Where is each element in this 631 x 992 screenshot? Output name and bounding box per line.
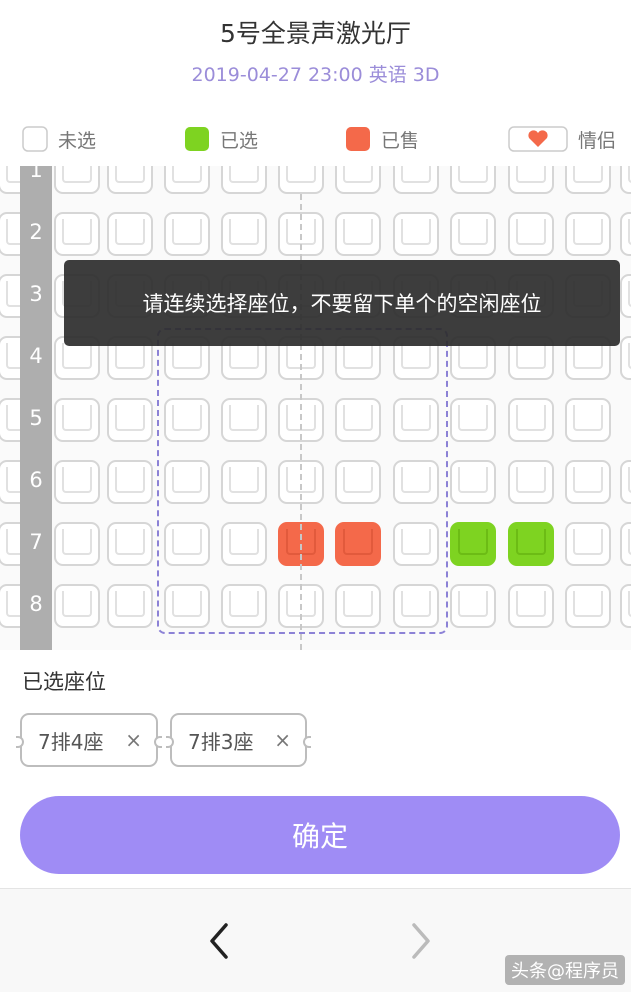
seat-available[interactable]	[508, 584, 554, 628]
seat-available[interactable]	[54, 460, 100, 504]
chevron-left-icon[interactable]	[198, 919, 242, 963]
row-number: 1	[29, 166, 43, 182]
legend-available: 未选	[22, 122, 96, 156]
seat-available[interactable]	[620, 584, 631, 628]
seat-available[interactable]	[107, 460, 153, 504]
confirm-button[interactable]: 确定	[20, 796, 620, 874]
seat-available[interactable]	[620, 166, 631, 194]
row-number-bar: 1 2 3 4 5 6 7 8	[20, 166, 52, 650]
seat-available[interactable]	[335, 212, 381, 256]
seat-available[interactable]	[221, 212, 267, 256]
seat-available[interactable]	[107, 584, 153, 628]
seat-available[interactable]	[620, 460, 631, 504]
seat-available[interactable]	[450, 398, 496, 442]
browser-nav-bar: 头条@程序员	[0, 888, 631, 992]
seat-available[interactable]	[565, 398, 611, 442]
seat-available[interactable]	[278, 166, 324, 194]
selected-seat-chip[interactable]: 7排4座 ×	[16, 713, 162, 767]
hall-title: 5号全景声激光厅	[220, 19, 411, 48]
remove-seat-button[interactable]: ×	[125, 728, 142, 752]
seat-available[interactable]	[335, 166, 381, 194]
seat-available[interactable]	[565, 460, 611, 504]
toast-message: 请连续选择座位，不要留下单个的空闲座位	[64, 260, 620, 346]
legend-couple-label: 情侣	[578, 129, 617, 152]
watermark: 头条@程序员	[505, 955, 625, 985]
selected-seat-label: 7排4座	[38, 729, 104, 754]
row-number: 4	[29, 344, 43, 368]
legend-selected: 已选	[184, 122, 258, 156]
seat-available[interactable]	[393, 166, 439, 194]
legend-selected-label: 已选	[220, 129, 259, 152]
showtime-info: 2019-04-27 23:00 英语 3D	[191, 64, 440, 86]
seat-available[interactable]	[221, 166, 267, 194]
seat-available[interactable]	[450, 460, 496, 504]
seat-available[interactable]	[450, 584, 496, 628]
selected-seat-label: 7排3座	[188, 729, 254, 754]
legend-available-label: 未选	[58, 129, 97, 152]
couple-seat-icon	[508, 126, 568, 152]
seat-available[interactable]	[107, 522, 153, 566]
selected-seat-chip[interactable]: 7排3座 ×	[166, 713, 311, 767]
seat-map[interactable]: 1 2 3 4 5 6 7 8 请连续选择座位，不要留下单个的空闲座位	[0, 166, 631, 650]
seat-available[interactable]	[54, 522, 100, 566]
seat-available[interactable]	[107, 212, 153, 256]
legend-sold: 已售	[345, 122, 419, 156]
seat-available[interactable]	[565, 166, 611, 194]
seat-available[interactable]	[620, 336, 631, 380]
seat-sold-icon	[346, 127, 370, 151]
legend-couple: 情侣	[508, 122, 616, 156]
seat-available[interactable]	[565, 212, 611, 256]
seat-available[interactable]	[620, 274, 631, 318]
seat-selected-icon	[185, 127, 209, 151]
row-number: 3	[29, 282, 43, 306]
row-number: 5	[29, 406, 43, 430]
seat-available[interactable]	[565, 584, 611, 628]
chevron-right-icon[interactable]	[398, 919, 442, 963]
row-number: 6	[29, 468, 43, 492]
best-view-zone	[157, 328, 448, 634]
remove-seat-button[interactable]: ×	[274, 728, 291, 752]
row-number: 7	[29, 530, 43, 554]
seat-selected[interactable]	[508, 522, 554, 566]
seat-available[interactable]	[450, 166, 496, 194]
seat-available[interactable]	[450, 212, 496, 256]
row-number: 2	[29, 220, 43, 244]
seat-available[interactable]	[620, 522, 631, 566]
seat-available[interactable]	[508, 460, 554, 504]
seat-available[interactable]	[508, 398, 554, 442]
row-number: 8	[29, 592, 43, 616]
seat-available[interactable]	[54, 166, 100, 194]
seat-available[interactable]	[107, 398, 153, 442]
seat-available[interactable]	[54, 584, 100, 628]
selected-seats-title: 已选座位	[22, 670, 106, 694]
seat-selected[interactable]	[450, 522, 496, 566]
legend-sold-label: 已售	[381, 129, 420, 152]
seat-available[interactable]	[565, 522, 611, 566]
seat-available[interactable]	[393, 212, 439, 256]
seat-available[interactable]	[54, 398, 100, 442]
seat-available-icon	[22, 126, 48, 152]
seat-available[interactable]	[620, 212, 631, 256]
seat-available[interactable]	[508, 212, 554, 256]
seat-available[interactable]	[164, 166, 210, 194]
seat-legend: 未选 已选 已售 情侣	[0, 122, 631, 156]
seat-available[interactable]	[54, 212, 100, 256]
seat-available[interactable]	[164, 212, 210, 256]
seat-available[interactable]	[508, 166, 554, 194]
seat-available[interactable]	[107, 166, 153, 194]
